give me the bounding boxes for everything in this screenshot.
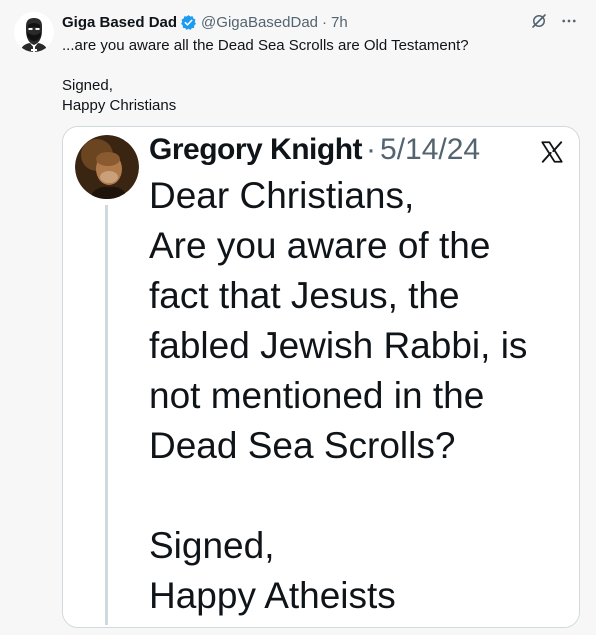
display-name[interactable]: Giga Based Dad (62, 14, 177, 31)
embedded-image[interactable]: Gregory Knight · 5/14/24 Dear Christians… (62, 126, 580, 628)
embedded-line: fabled Jewish Rabbi, is (149, 325, 528, 366)
embedded-separator-dot: · (366, 133, 377, 166)
avatar-bearded-man-icon (14, 12, 54, 52)
tweet-actions-top (530, 12, 578, 35)
tweet-text: ...are you aware all the Dead Sea Scroll… (62, 36, 582, 116)
timestamp[interactable]: 7h (331, 14, 348, 31)
embedded-line: Dear Christians, (149, 175, 415, 216)
thread-line (105, 205, 108, 625)
verified-badge-icon[interactable] (180, 14, 197, 31)
tweet[interactable]: Giga Based Dad @GigaBasedDad · 7h ...are… (0, 0, 596, 635)
embedded-line: not mentioned in the (149, 375, 485, 416)
embedded-author-name: Gregory Knight (149, 133, 363, 166)
tweet-text-line: ...are you aware all the Dead Sea Scroll… (62, 37, 469, 54)
embedded-line: Signed, (149, 525, 275, 566)
tweet-header: Giga Based Dad @GigaBasedDad · 7h (62, 12, 348, 32)
tweet-text-line: Signed, (62, 77, 113, 94)
embedded-line: Are you aware of the (149, 225, 491, 266)
separator-dot: · (322, 13, 328, 31)
avatar[interactable] (14, 12, 54, 52)
embedded-line: fact that Jesus, the (149, 275, 460, 316)
embedded-avatar (75, 135, 139, 199)
grok-icon[interactable] (530, 12, 548, 35)
x-logo-icon (539, 139, 565, 165)
tweet-text-line: Happy Christians (62, 97, 177, 114)
embedded-body-text: Dear Christians, Are you aware of the fa… (149, 171, 569, 621)
embedded-header: Gregory Knight · 5/14/24 (149, 133, 480, 171)
embedded-date: 5/14/24 (380, 133, 481, 166)
more-icon[interactable] (560, 12, 578, 35)
embedded-line: Happy Atheists (149, 575, 396, 616)
handle[interactable]: @GigaBasedDad (201, 14, 318, 31)
embedded-tweet-screenshot: Gregory Knight · 5/14/24 Dear Christians… (63, 127, 579, 627)
embedded-line: Dead Sea Scrolls? (149, 425, 456, 466)
embedded-avatar-photo-icon (75, 135, 139, 199)
